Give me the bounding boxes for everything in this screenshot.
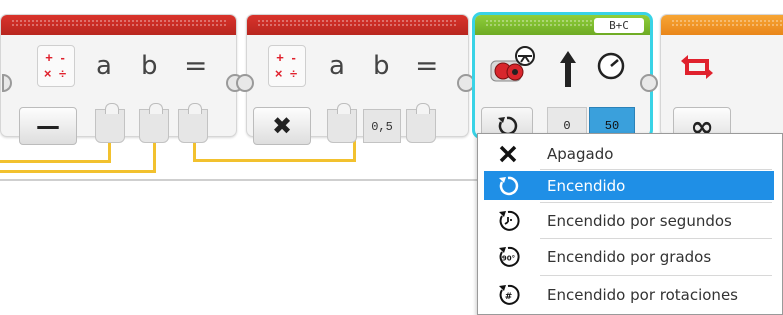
block-header: B+C (475, 15, 650, 35)
menu-item-label: Encendido (547, 176, 626, 195)
input-a-plug[interactable] (327, 103, 357, 143)
loop-block[interactable]: ∞ (660, 14, 783, 145)
menu-item-label: Apagado (547, 144, 614, 163)
input-b-label: b (141, 51, 158, 81)
result-label: = (415, 49, 439, 82)
input-a-label: a (96, 51, 112, 81)
divide-symbol: ÷ (290, 66, 300, 81)
menu-item-label: Encendido por grados (547, 247, 712, 266)
on-icon (496, 174, 520, 198)
menu-item-on-degrees[interactable]: 90° Encendido por grados (478, 241, 782, 272)
port-selector[interactable]: B+C (594, 18, 644, 33)
input-b-label: b (373, 51, 390, 81)
input-b-value[interactable]: 0,5 (363, 109, 401, 143)
menu-item-label: Encendido por segundos (547, 211, 732, 230)
data-wire (0, 160, 110, 163)
multiply-icon: ✖ (271, 112, 293, 140)
on-rotations-icon: # (496, 283, 520, 307)
times-symbol: × (274, 66, 285, 81)
result-label: = (184, 49, 208, 82)
menu-item-on-seconds[interactable]: Encendido por segundos (478, 205, 782, 236)
block-header (661, 15, 783, 35)
menu-item-label: Encendido por rotaciones (547, 285, 738, 304)
subtract-icon: — (36, 112, 60, 140)
on-degrees-icon: 90° (496, 245, 520, 269)
divider (540, 169, 772, 170)
sequence-connector[interactable] (640, 74, 658, 92)
steering-arrow-icon (558, 49, 578, 89)
divider (540, 275, 772, 276)
minus-symbol: - (60, 50, 67, 65)
input-a-plug[interactable] (95, 103, 125, 143)
on-seconds-icon (496, 209, 520, 233)
divide-symbol: ÷ (59, 66, 69, 81)
data-wire (193, 159, 356, 162)
sequence-connector[interactable] (457, 74, 475, 92)
plus-symbol: + (276, 50, 286, 65)
off-x-icon (496, 142, 520, 166)
menu-item-off[interactable]: Apagado (478, 138, 782, 169)
menu-item-on-rotations[interactable]: # Encendido por rotaciones (478, 279, 782, 310)
times-symbol: × (43, 66, 54, 81)
loop-icon (679, 51, 715, 83)
result-plug[interactable] (406, 103, 436, 143)
divider (540, 238, 772, 239)
minus-symbol: - (291, 50, 298, 65)
math-icon: + - × ÷ (37, 45, 75, 87)
math-block-subtract[interactable]: + - × ÷ a b = — (0, 14, 237, 145)
degrees-icon-text: 90° (502, 254, 515, 262)
sequence-connector[interactable] (236, 74, 254, 92)
input-a-label: a (329, 51, 345, 81)
motor-mode-dropdown: Apagado Encendido Encendido por segundos (477, 133, 783, 315)
large-motors-icon (487, 45, 537, 91)
speedometer-icon (596, 51, 626, 81)
divider (540, 202, 772, 203)
plus-symbol: + (45, 50, 55, 65)
mode-selector-multiply[interactable]: ✖ (253, 107, 311, 145)
math-icon: + - × ÷ (268, 45, 306, 87)
mode-selector-subtract[interactable]: — (19, 107, 77, 145)
menu-item-on[interactable]: Encendido (484, 171, 774, 200)
rotations-icon-text: # (505, 292, 513, 302)
move-steering-block[interactable]: B+C 0 50 (474, 14, 651, 145)
result-plug[interactable] (178, 103, 208, 143)
input-b-plug[interactable] (139, 103, 169, 143)
data-wire (0, 170, 156, 173)
block-header (1, 15, 236, 35)
block-header (247, 15, 468, 35)
math-block-multiply[interactable]: + - × ÷ a b = ✖ 0,5 (246, 14, 469, 145)
